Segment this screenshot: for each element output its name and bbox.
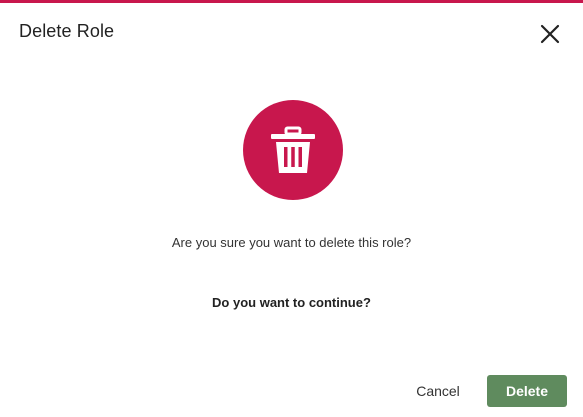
close-icon [540,24,560,44]
cancel-button[interactable]: Cancel [404,375,472,407]
close-button[interactable] [539,23,561,45]
continue-question: Do you want to continue? [212,295,371,310]
delete-role-dialog: Delete Role Are you sure you want to del… [0,0,583,417]
delete-button[interactable]: Delete [487,375,567,407]
confirmation-message: Are you sure you want to delete this rol… [171,235,412,250]
trash-icon [271,126,315,173]
trash-icon-badge [243,100,343,200]
dialog-title: Delete Role [19,21,115,41]
